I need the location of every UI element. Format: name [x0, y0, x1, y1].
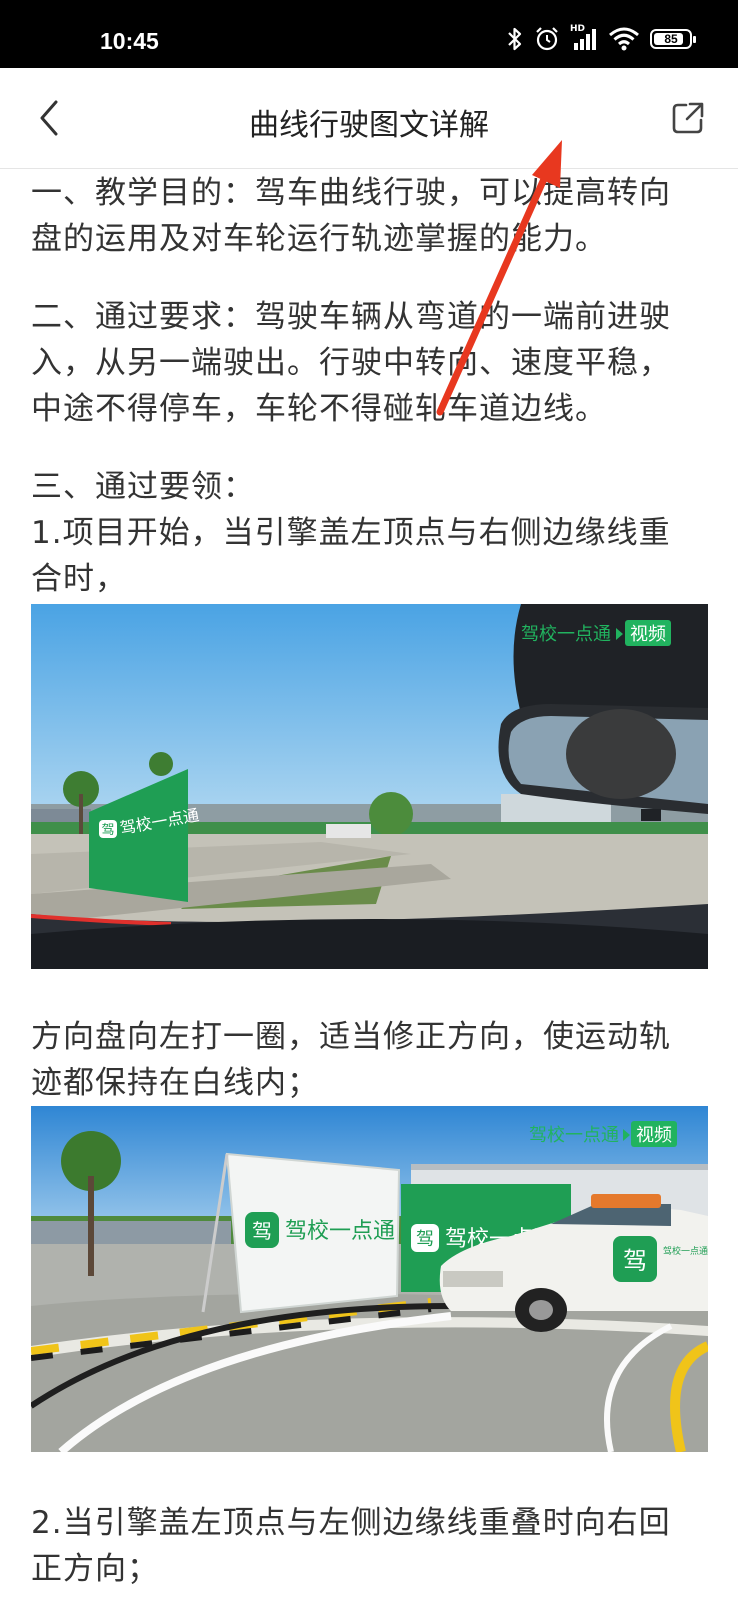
paragraph-pass-requirements: 二、通过要求：驾驶车辆从弯道的一端前进驶 入，从另一端驶出。行驶中转向、速度平稳…: [31, 299, 671, 427]
watermark-brand: 驾校一点通: [521, 624, 611, 645]
header: 曲线行驶图文详解: [0, 68, 738, 169]
watermark-brand-2: 驾校一点通: [529, 1125, 619, 1146]
paragraph-pass-essentials: 三、通过要领： 1.项目开始，当引擎盖左顶点与右侧边缘线重 合时，: [31, 469, 671, 597]
image-2-scene: 驾 驾校一点通 驾 驾校一点通 驾 驾校一点通 驾校一点通 视频: [31, 1106, 708, 1452]
paragraph-step-2: 2.当引擎盖左顶点与左侧边缘线重叠时向右回 正方向；: [31, 1505, 671, 1587]
watermark-tag-2: 视频: [636, 1125, 672, 1146]
sign2-logo-char: 驾: [416, 1229, 434, 1250]
article-image-1[interactable]: 驾 驾校一点通 驾校一点通 视频: [31, 604, 708, 969]
page-title: 曲线行驶图文详解: [249, 108, 489, 143]
battery-nub: [693, 36, 696, 43]
watermark-tag: 视频: [630, 624, 666, 645]
paragraph-teaching-purpose: 一、教学目的：驾车曲线行驶，可以提高转向 盘的运用及对车轮运行轨迹掌握的能力。: [31, 175, 671, 257]
battery-percent: 85: [664, 32, 678, 46]
car-text: 驾校一点通: [663, 1245, 708, 1257]
battery-icon: 85: [650, 29, 696, 49]
status-time: 10:45: [100, 28, 159, 54]
bluetooth-icon: [508, 27, 522, 51]
white-sign-text: 驾校一点通: [285, 1219, 395, 1244]
share-icon[interactable]: [670, 100, 706, 136]
hd-signal-icon: HD: [570, 24, 598, 52]
status-bar: 10:45 HD 85: [0, 0, 738, 68]
white-sign-logo-char: 驾: [252, 1219, 272, 1243]
paragraph-steering-left: 方向盘向左打一圈，适当修正方向，使运动轨 迹都保持在白线内；: [31, 1019, 671, 1101]
alarm-icon: [536, 27, 558, 51]
sign-logo-char: 驾: [101, 823, 114, 838]
image-1-scene: 驾 驾校一点通 驾校一点通 视频: [31, 604, 708, 969]
car-logo-char: 驾: [623, 1247, 647, 1275]
article-image-2[interactable]: 驾 驾校一点通 驾 驾校一点通 驾 驾校一点通 驾校一点通 视频: [31, 1106, 708, 1452]
status-icons: HD 85: [506, 24, 696, 54]
wifi-icon: [609, 27, 639, 51]
